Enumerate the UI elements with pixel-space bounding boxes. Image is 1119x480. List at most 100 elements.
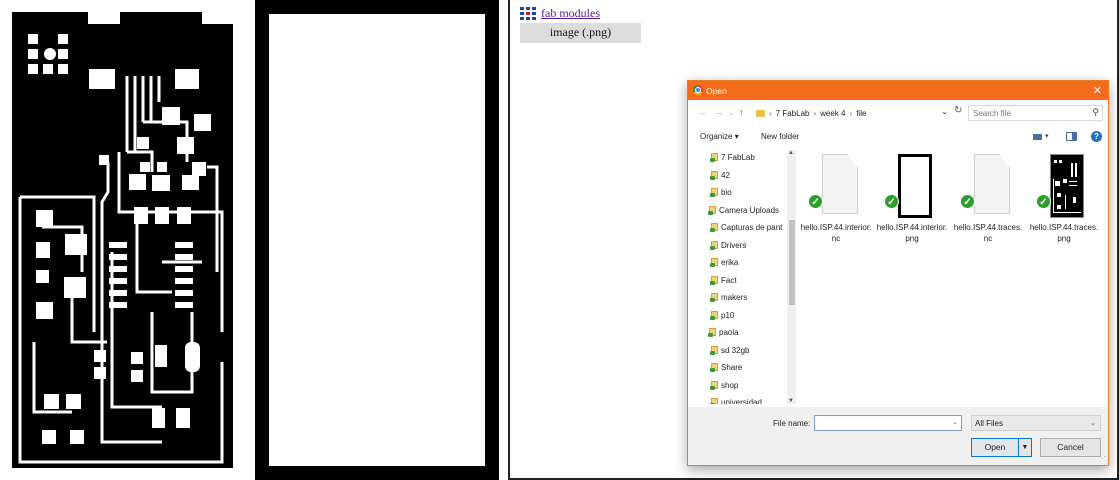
chevron-down-icon[interactable]: ▾ <box>1045 132 1049 140</box>
nav-item[interactable]: paola <box>708 325 739 339</box>
help-icon[interactable]: ? <box>1091 131 1102 142</box>
folder-icon <box>710 345 718 355</box>
folder-icon <box>710 152 718 162</box>
folder-icon <box>710 170 718 180</box>
dialog-title: Open <box>706 86 727 96</box>
folder-icon <box>710 310 718 320</box>
nav-scrollbar[interactable]: ▲ ▼ <box>787 150 796 404</box>
image-format-button[interactable]: image (.png) <box>520 23 641 43</box>
nav-item[interactable]: bio <box>710 185 732 199</box>
file-type-select[interactable]: All Files ⌄ <box>971 415 1101 431</box>
nav-item-label: universidad <box>721 397 762 405</box>
file-name-input[interactable] <box>815 416 945 430</box>
organize-label: Organize <box>700 132 733 141</box>
folder-icon <box>710 187 718 197</box>
search-icon[interactable]: ⚲ <box>1092 107 1099 118</box>
folder-icon <box>710 257 718 267</box>
recent-dropdown-icon[interactable]: ⌄ <box>728 109 734 117</box>
address-bar[interactable]: › 7 FabLab › week 4 › file <box>756 106 966 121</box>
file-name-combobox[interactable]: ⌄ <box>814 415 962 431</box>
nav-item[interactable]: Capturas de pant <box>710 220 782 234</box>
pcb-traces-image <box>12 12 233 468</box>
dialog-title-bar[interactable]: Open ✕ <box>688 81 1108 100</box>
nav-item-label: Capturas de pant <box>721 222 783 232</box>
file-list-pane: ✓ hello.ISP.44.interior.nc ✓ hello.ISP.4… <box>800 148 1108 404</box>
dialog-bottom-area: File name: ⌄ All Files ⌄ Open ▼ Cancel ⋰ <box>688 407 1108 465</box>
preview-pane-icon[interactable] <box>1066 132 1077 141</box>
nav-item-label: 42 <box>721 170 730 180</box>
chevron-down-icon: ⌄ <box>1090 420 1096 427</box>
search-input[interactable] <box>969 106 1079 120</box>
organize-button[interactable]: Organize ▾ <box>700 132 739 141</box>
breadcrumb-item[interactable]: 7 FabLab <box>776 109 810 118</box>
breadcrumb-item[interactable]: week 4 <box>820 109 845 118</box>
image-thumbnail <box>1050 154 1084 218</box>
document-icon <box>822 154 858 214</box>
new-folder-button[interactable]: New folder <box>761 132 799 141</box>
dialog-nav-bar: ← → ⌄ ↑ › 7 FabLab › week 4 › file ⌄ ↻ ⚲ <box>688 102 1108 124</box>
image-thumbnail <box>898 154 932 218</box>
nav-item-label: paola <box>719 327 739 337</box>
pcb-traces-drawing <box>12 12 233 468</box>
chevron-down-icon[interactable]: ⌄ <box>952 418 958 426</box>
nav-item[interactable]: universidad <box>710 395 762 404</box>
scrollbar-thumb[interactable] <box>789 220 795 305</box>
check-icon: ✓ <box>884 194 899 209</box>
nav-item[interactable]: Fact <box>710 273 737 287</box>
fab-modules-link-label[interactable]: fab modules <box>541 6 600 21</box>
nav-item[interactable]: p10 <box>710 308 734 322</box>
forward-arrow-icon[interactable]: → <box>714 107 723 117</box>
nav-item-label: Drivers <box>721 240 747 250</box>
nav-item-label: Share <box>721 362 743 372</box>
fab-modules-link[interactable]: fab modules <box>520 6 600 21</box>
nav-item[interactable]: 42 <box>710 168 730 182</box>
folder-icon <box>710 240 718 250</box>
breadcrumb-item[interactable]: file <box>856 109 866 118</box>
file-name-label: hello.ISP.44.interior.nc <box>800 223 872 243</box>
nav-item[interactable]: 7 FabLab <box>710 150 755 164</box>
nav-item-label: sd 32gb <box>721 345 750 355</box>
refresh-icon[interactable]: ↻ <box>954 105 962 116</box>
document-icon <box>974 154 1010 214</box>
nav-item[interactable]: erika <box>710 255 738 269</box>
fab-grid-icon <box>520 7 536 20</box>
view-options-icon[interactable] <box>1033 134 1042 140</box>
file-name-label: hello.ISP.44.traces.png <box>1029 223 1099 243</box>
nav-item-label: 7 FabLab <box>721 152 755 162</box>
scroll-down-icon[interactable]: ▼ <box>788 398 794 404</box>
nav-item[interactable]: Camera Uploads <box>708 203 779 217</box>
open-file-dialog: Open ✕ ← → ⌄ ↑ › 7 FabLab › week 4 › fil… <box>687 80 1109 466</box>
open-options-dropdown[interactable]: ▼ <box>1019 438 1032 457</box>
fab-modules-page: fab modules image (.png) Open ✕ ← → ⌄ ↑ … <box>508 0 1119 480</box>
nav-item-label: shop <box>721 380 739 390</box>
nav-item-label: erika <box>721 257 739 267</box>
scroll-up-icon[interactable]: ▲ <box>788 150 794 156</box>
folder-icon <box>710 397 718 404</box>
nav-item[interactable]: sd 32gb <box>710 343 749 357</box>
search-box[interactable]: ⚲ <box>968 105 1103 121</box>
pcb-interior-image <box>255 0 499 480</box>
open-button[interactable]: Open <box>971 438 1019 457</box>
file-thumbnail <box>967 154 1011 218</box>
cancel-button[interactable]: Cancel <box>1040 438 1101 457</box>
chevron-down-icon[interactable]: ⌄ <box>941 107 948 116</box>
resize-grip-icon[interactable]: ⋰ <box>1099 455 1106 463</box>
folder-icon <box>756 110 765 117</box>
nav-item-label: Camera Uploads <box>719 205 780 215</box>
nav-item-label: p10 <box>721 310 735 320</box>
chrome-icon <box>693 85 703 95</box>
folder-icon <box>710 380 718 390</box>
nav-item[interactable]: makers <box>710 290 747 304</box>
file-name-field-label: File name: <box>773 419 811 428</box>
up-arrow-icon[interactable]: ↑ <box>739 107 744 117</box>
folder-icon <box>710 362 718 372</box>
nav-item[interactable]: shop <box>710 378 738 392</box>
back-arrow-icon[interactable]: ← <box>698 107 707 117</box>
check-icon: ✓ <box>1036 194 1051 209</box>
check-icon: ✓ <box>960 194 975 209</box>
nav-item[interactable]: Share <box>710 360 742 374</box>
close-icon[interactable]: ✕ <box>1093 84 1102 97</box>
nav-item[interactable]: Drivers <box>710 238 746 252</box>
traces-preview-drawing <box>1053 160 1081 213</box>
nav-item-label: makers <box>721 292 748 302</box>
